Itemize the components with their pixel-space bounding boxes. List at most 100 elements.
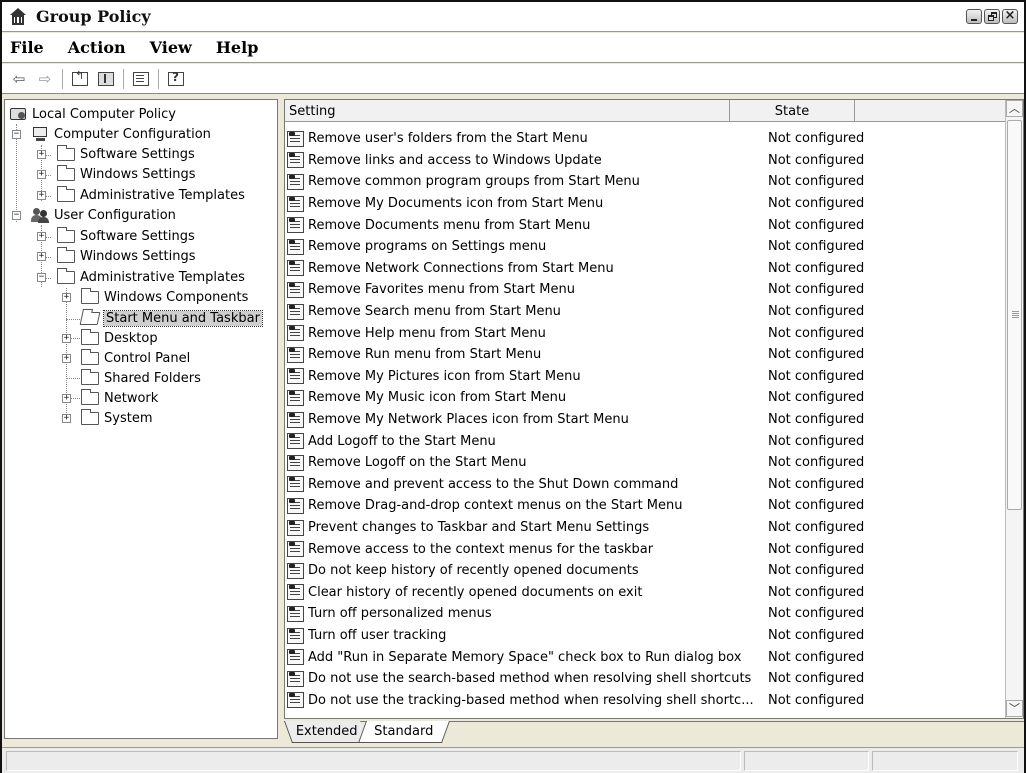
tree-item-cc-software-settings[interactable]: Software Settings [57,144,195,164]
scroll-up-button[interactable]: ︿ [1006,100,1023,117]
table-row[interactable]: Remove Drag-and-drop context menus on th… [287,495,1003,517]
toolbar-separator [123,68,124,89]
expand-icon[interactable]: + [37,150,46,159]
expand-icon[interactable]: + [37,232,46,241]
restore-button[interactable] [984,9,1000,24]
table-row[interactable]: Remove programs on Settings menu Not conf… [287,236,1003,258]
table-row[interactable]: Remove access to the context menus for t… [287,538,1003,560]
policy-setting-icon [287,670,304,687]
table-row[interactable]: Remove My Music icon from Start Menu Not … [287,387,1003,409]
expand-icon[interactable]: + [62,394,71,403]
expand-icon[interactable]: + [37,191,46,200]
state-cell: Not configured [768,390,865,406]
minimize-button[interactable] [966,9,982,24]
collapse-icon[interactable]: − [12,130,21,139]
forward-button[interactable]: ⇨ [34,69,56,89]
back-button[interactable]: ⇦ [8,69,30,89]
tree-item-cc-administrative-templates[interactable]: Administrative Templates [57,185,245,205]
policy-setting-icon [287,368,304,385]
tree-item-uc-administrative-templates[interactable]: Administrative Templates [57,267,245,287]
table-row[interactable]: Remove Run menu from Start Menu Not confi… [287,344,1003,366]
up-one-level-button[interactable]: ↰ [69,69,91,89]
table-row[interactable]: Remove Search menu from Start Menu Not co… [287,301,1003,323]
policy-setting-icon [287,605,304,622]
tree-item-user-configuration[interactable]: User Configuration [31,205,176,225]
tree-label: System [104,410,153,426]
policy-setting-icon [287,389,304,406]
table-row[interactable]: Remove user's folders from the Start Men… [287,128,1003,150]
tree-label: Software Settings [80,146,195,162]
expand-icon[interactable]: + [37,252,46,261]
tree-item-uc-windows-settings[interactable]: Windows Settings [57,246,195,266]
folder-icon [81,368,99,385]
scroll-down-button[interactable]: ﹀ [1006,700,1023,717]
table-row[interactable]: Remove Network Connections from Start Me… [287,258,1003,280]
tab-extended[interactable]: Extended [283,721,369,743]
table-row[interactable]: Add Logoff to the Start Menu Not configur… [287,430,1003,452]
table-row[interactable]: Remove common program groups from Start … [287,171,1003,193]
tree-item-shared-folders[interactable]: Shared Folders [81,368,201,388]
tree-item-computer-configuration[interactable]: Computer Configuration [31,124,211,144]
tree-item-local-computer-policy[interactable]: Local Computer Policy [9,104,176,124]
table-row[interactable]: Remove and prevent access to the Shut Do… [287,474,1003,496]
tree-label: Administrative Templates [80,187,245,203]
menu-action[interactable]: Action [66,36,128,59]
policy-setting-icon [287,627,304,644]
setting-cell: Remove Drag-and-drop context menus on th… [308,498,683,514]
scrollbar-thumb[interactable] [1007,120,1022,510]
chevron-up-icon: ︿ [1009,102,1020,115]
table-row[interactable]: Remove My Network Places icon from Start… [287,409,1003,431]
collapse-icon[interactable]: − [37,273,46,282]
show-hide-console-tree-button[interactable] [95,69,117,89]
tree-item-start-menu-and-taskbar[interactable]: Start Menu and Taskbar [79,308,263,328]
setting-cell: Clear history of recently opened documen… [308,584,643,600]
tree-item-network[interactable]: Network [81,388,158,408]
export-list-button[interactable] [130,69,152,89]
table-row[interactable]: Do not use the tracking-based method whe… [287,690,1003,712]
tab-standard[interactable]: Standard [357,721,451,743]
help-button[interactable]: ? [165,69,187,89]
expand-icon[interactable]: + [37,170,46,179]
table-row[interactable]: Remove Logoff on the Start Menu Not confi… [287,452,1003,474]
tree-item-cc-windows-settings[interactable]: Windows Settings [57,164,195,184]
tree-item-desktop[interactable]: Desktop [81,328,158,348]
menu-help[interactable]: Help [214,36,261,59]
expand-icon[interactable]: + [62,293,71,302]
menu-view[interactable]: View [148,36,194,59]
state-cell: Not configured [768,217,865,233]
column-header-setting[interactable]: Setting [285,100,730,122]
policy-setting-icon [287,497,304,514]
tree-item-uc-software-settings[interactable]: Software Settings [57,226,195,246]
expand-icon[interactable]: + [62,354,71,363]
policy-setting-icon [287,152,304,169]
state-cell: Not configured [768,152,865,168]
vertical-scrollbar[interactable]: ︿ ﹀ [1005,100,1023,718]
table-row[interactable]: Remove Help menu from Start Menu Not conf… [287,322,1003,344]
table-row[interactable]: Clear history of recently opened documen… [287,582,1003,604]
table-row[interactable]: Remove My Documents icon from Start Menu… [287,193,1003,215]
setting-cell: Remove access to the context menus for t… [308,541,654,557]
tree-item-windows-components[interactable]: Windows Components [81,287,248,307]
collapse-icon[interactable]: − [12,211,21,220]
table-row[interactable]: Do not use the search-based method when … [287,668,1003,690]
table-row[interactable]: Remove Documents menu from Start Menu Not… [287,214,1003,236]
close-button[interactable]: × [1002,8,1018,24]
table-row[interactable]: Add "Run in Separate Memory Space" check… [287,646,1003,668]
table-row[interactable]: Prevent changes to Taskbar and Start Men… [287,517,1003,539]
setting-cell: Turn off user tracking [308,628,447,644]
table-row[interactable]: Turn off user tracking Not configured [287,625,1003,647]
tree-item-control-panel[interactable]: Control Panel [81,348,190,368]
setting-cell: Remove Search menu from Start Menu [308,304,561,320]
table-row[interactable]: Remove links and access to Windows Updat… [287,150,1003,172]
tree-item-system[interactable]: System [81,408,152,428]
table-row[interactable]: Do not keep history of recently opened d… [287,560,1003,582]
menu-file[interactable]: File [8,36,46,59]
state-cell: Not configured [768,606,865,622]
chevron-down-icon: ﹀ [1009,702,1020,715]
expand-icon[interactable]: + [62,334,71,343]
table-row[interactable]: Turn off personalized menus Not configure… [287,603,1003,625]
expand-icon[interactable]: + [62,414,71,423]
table-row[interactable]: Remove My Pictures icon from Start Menu N… [287,366,1003,388]
column-header-state[interactable]: State [730,100,855,122]
table-row[interactable]: Remove Favorites menu from Start Menu Not… [287,279,1003,301]
